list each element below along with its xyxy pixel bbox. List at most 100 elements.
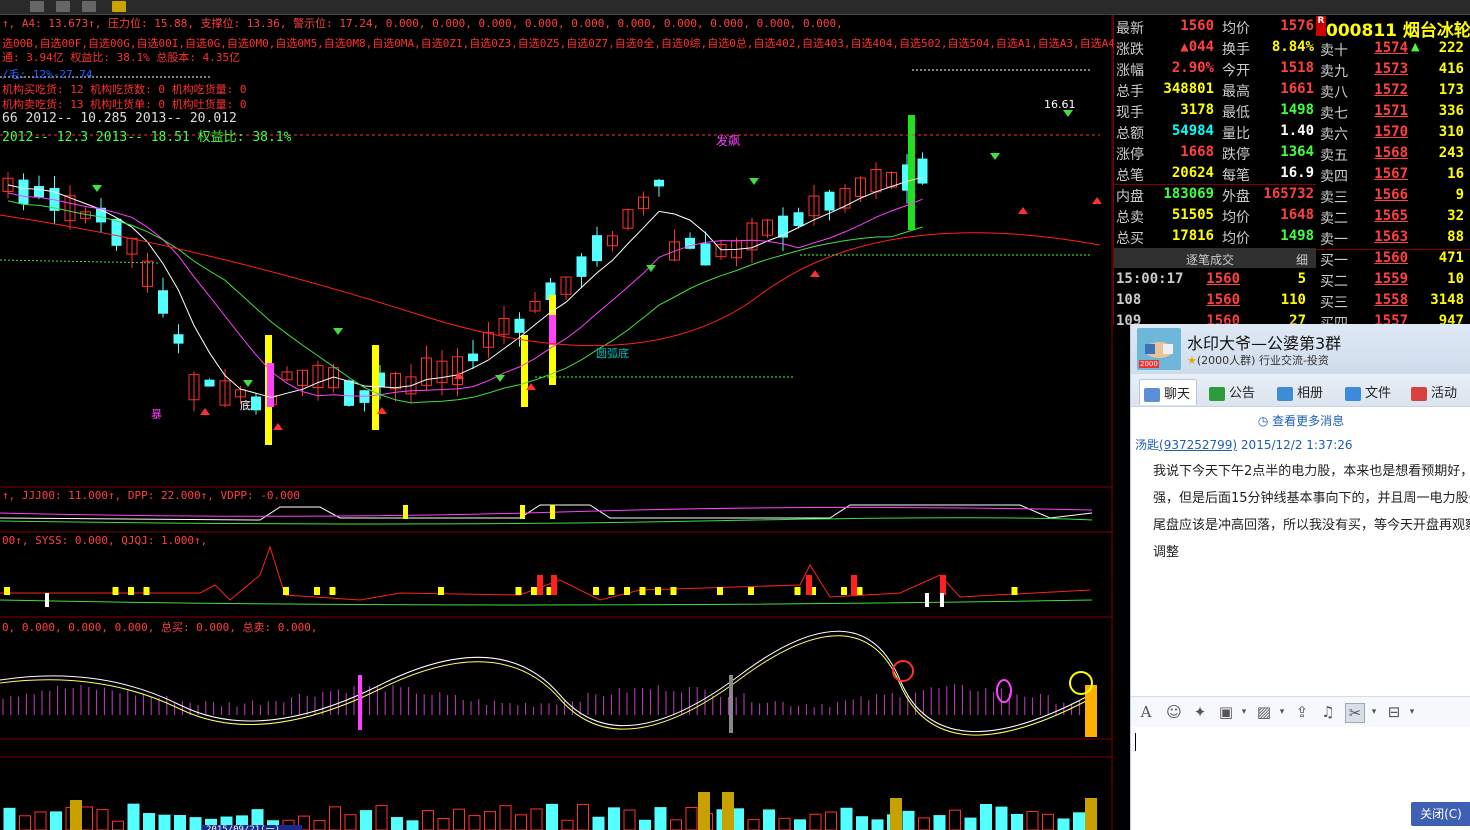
quote-value: 17816 [1171,228,1214,244]
scissors-icon[interactable]: ✂ [1345,703,1365,723]
message-line: 尾盘应该是冲高回落，所以我没有买，等今天开盘再观察 [1153,518,1470,533]
candle-body-down [576,256,587,277]
order-price: 1559 [1374,271,1408,287]
quote-label: 外盘 [1222,189,1250,205]
more-tools-icon[interactable]: ⊟ [1385,703,1403,721]
highlight-candle [521,335,528,407]
tick-header: 逐笔成交 细 [1114,248,1316,268]
sub2-yellow-bar [314,587,320,595]
tick-volume: 5 [1297,271,1306,287]
order-book-row: 卖九 1573 416 [1316,61,1470,82]
dropdown-2-icon[interactable]: ▾ [1273,703,1291,721]
chat-toolbar: A ☺ ✦ ▣ ▾ ▨ ▾ ⇪ ♫ ✂ ▾ ⊟ ▾ [1131,696,1470,727]
candle-body-down [592,235,602,262]
volume-bar [964,817,977,830]
sub2-red-bar [940,575,946,595]
more-messages-link[interactable]: ◷ 查看更多消息 [1131,412,1470,429]
quote-value: 165732 [1263,186,1314,202]
image-icon[interactable]: ▨ [1255,703,1273,721]
dropdown-4-icon[interactable]: ▾ [1403,703,1421,721]
chat-bubble-icon [1144,387,1160,402]
indicator-line: ↑, JJJ00: 11.000↑, DPP: 22.000↑, VDPP: -… [2,489,301,502]
upload-icon[interactable]: ⇪ [1293,703,1311,721]
sub2-yellow-bar [593,587,599,595]
quote-value: 1648 [1280,207,1314,223]
tab-album[interactable]: 相册 [1273,379,1329,404]
sub2-red-bar [551,575,557,595]
message-timestamp: 2015/12/2 1:37:26 [1240,438,1353,452]
quote-label: 跌停 [1222,147,1250,163]
toolbar-icon-4[interactable] [112,1,126,12]
quote-label: 总手 [1116,84,1144,100]
volume-bar [329,806,341,830]
tab-notice[interactable]: 公告 [1205,379,1261,404]
sub3-yellow-line [0,635,1091,736]
tab-chat[interactable]: 聊天 [1139,379,1198,405]
order-price: 1572 [1374,82,1408,98]
toolbar-icon-3[interactable] [82,1,96,12]
sender-name[interactable]: 汤匙 [1135,438,1159,452]
quote-row: 涨幅 2.90% 今开 1518 [1114,60,1316,81]
quote-row: 总手 348801 最高 1661 [1114,81,1316,102]
rong-badge: R [1316,16,1326,36]
quote-label: 今开 [1222,63,1250,79]
volume-bar [825,811,837,830]
dropdown-1-icon[interactable]: ▾ [1235,703,1253,721]
sell-arrow-icon [749,178,759,185]
tab-files[interactable]: 文件 [1341,379,1397,404]
order-book-row: 卖五 1568 243 [1316,145,1470,166]
quote-value: 20624 [1171,165,1214,181]
signal-label: 暴 [151,408,162,421]
order-level-label: 卖六 [1320,127,1348,143]
quote-value: 16.9 [1280,165,1314,181]
kline-chart-area[interactable]: 发飙 圆弧底底暴 16.61 2015/09/21(一) ↑, A4: 13.673↑… [0,15,1122,830]
emoji-icon[interactable]: ☺ [1165,703,1183,721]
volume-bar [1073,812,1085,830]
marker-circle-yellow [1069,671,1093,695]
header-line: /毛: 12%-27.74 [2,68,93,81]
tick-price: 1560 [1206,292,1240,308]
toolbar-icon-1[interactable] [30,1,44,12]
candle-body-down [18,179,29,205]
candle-body-down [468,353,478,362]
sub1-bar [550,505,555,519]
quote-value: 348801 [1163,81,1214,97]
signal-label: 发飙 [716,133,740,148]
order-price: 1571 [1374,103,1408,119]
font-icon[interactable]: A [1137,703,1155,721]
music-icon[interactable]: ♫ [1319,703,1337,721]
magic-icon[interactable]: ✦ [1191,703,1209,721]
gift-icon[interactable]: ▣ [1217,703,1235,721]
volume-bar-highlight [722,792,734,830]
tab-label: 聊天 [1164,387,1191,402]
quote-label: 最低 [1222,105,1250,121]
highlight-candle-core [267,363,274,407]
tick-detail-button[interactable]: 细 [1296,251,1308,268]
sender-id[interactable]: (937252799) [1159,438,1237,452]
volume-bar [81,806,93,830]
close-button[interactable]: 关闭(C) [1411,802,1470,826]
order-book-row: 买二 1559 10 [1316,271,1470,292]
order-price: 1570 [1374,124,1408,140]
sell-arrow-icon [990,153,1000,160]
quote-divider [1114,184,1316,185]
candle-body-down [111,218,122,246]
dropdown-3-icon[interactable]: ▾ [1365,703,1383,721]
toolbar-icon-2[interactable] [56,1,70,12]
tab-label: 文件 [1365,386,1392,401]
quote-value: 1576 [1280,18,1314,34]
quote-value: 183069 [1163,186,1214,202]
candle-body-down [793,212,804,227]
quote-label: 换手 [1222,42,1250,58]
clock-icon: ◷ [1257,414,1273,428]
candle-body-down [34,186,44,198]
order-book-row: 买一 1560 471 [1316,249,1470,271]
group-avatar[interactable]: 2000 [1137,328,1181,370]
volume-bar [592,816,605,830]
order-volume: 222 [1438,40,1464,56]
order-price: 1558 [1374,292,1408,308]
quote-row: 涨跌 ▲044 换手 8.84% [1114,39,1316,60]
volume-bar [670,819,682,830]
qq-group-chat-window[interactable]: 2000 水印大爷—公婆第3群 ★(2000人群) 行业交流-投资 聊天 公告 相册… [1130,324,1470,830]
tab-events[interactable]: 活动 [1407,379,1463,404]
